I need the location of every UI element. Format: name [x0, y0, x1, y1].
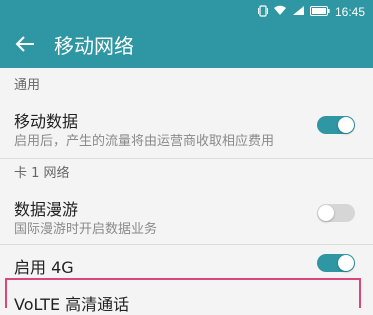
- divider: [0, 244, 373, 245]
- roaming-toggle[interactable]: [317, 204, 355, 222]
- page-title: 移动网络: [54, 34, 134, 58]
- roaming-subtitle: 国际漫游时开启数据业务: [14, 222, 158, 237]
- signal-icon: [292, 5, 305, 19]
- enable-4g-title: 启用 4G: [14, 258, 74, 277]
- section-header-general: 通用: [14, 78, 41, 93]
- toggle-knob: [318, 205, 334, 221]
- divider: [0, 158, 373, 159]
- roaming-title: 数据漫游: [14, 200, 79, 219]
- enable-4g-row[interactable]: 启用 4G: [0, 246, 373, 278]
- status-time: 16:45: [334, 5, 365, 19]
- status-icons: 16:45: [257, 0, 365, 24]
- section-header-card1: 卡 1 网络: [14, 166, 70, 181]
- status-bar: 16:45: [0, 0, 373, 24]
- mobile-data-row[interactable]: 移动数据 启用后，产生的流量将由运营商收取相应费用: [0, 102, 373, 154]
- mobile-data-title: 移动数据: [14, 112, 79, 131]
- mobile-data-subtitle: 启用后，产生的流量将由运营商收取相应费用: [14, 134, 275, 149]
- hd-call-title[interactable]: VoLTE 高清通话: [14, 291, 129, 315]
- app-bar: 移动网络: [0, 24, 373, 68]
- back-button[interactable]: [10, 32, 40, 60]
- vibrate-icon: [257, 4, 268, 20]
- toggle-knob: [338, 117, 354, 133]
- mobile-data-toggle[interactable]: [317, 116, 355, 134]
- toggle-knob: [338, 255, 354, 271]
- wifi-icon: [273, 5, 287, 19]
- roaming-row[interactable]: 数据漫游 国际漫游时开启数据业务: [0, 192, 373, 244]
- back-arrow-icon: [15, 35, 35, 57]
- battery-icon: [309, 5, 330, 19]
- enable-4g-toggle[interactable]: [317, 254, 355, 272]
